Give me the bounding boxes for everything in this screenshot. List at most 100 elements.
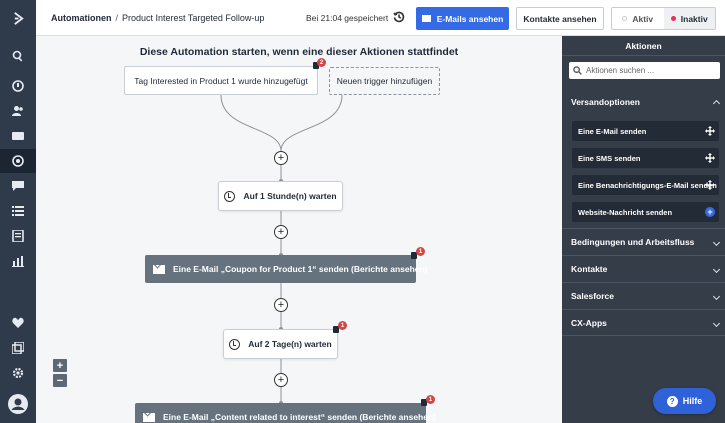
section-cx-apps[interactable]: CX-Apps bbox=[562, 309, 725, 336]
status-active-label: Aktiv bbox=[632, 13, 654, 24]
trigger-note-badge: 2 bbox=[317, 58, 326, 67]
active-dot-icon bbox=[622, 16, 628, 21]
action-send-email[interactable]: Eine E-Mail senden bbox=[572, 121, 719, 141]
add-step-button[interactable]: + bbox=[274, 225, 288, 239]
action-send-sms[interactable]: Eine SMS senden bbox=[572, 148, 719, 168]
breadcrumb-automations-link[interactable]: Automationen bbox=[51, 13, 112, 23]
email-step-1[interactable]: Eine E-Mail „Coupon for Product 1“ sende… bbox=[145, 255, 428, 283]
action-website-message-label: Website-Nachricht senden bbox=[578, 207, 673, 217]
wait-step-2[interactable]: Auf 2 Tage(n) warten bbox=[223, 329, 338, 359]
view-contacts-label: Kontakte ansehen bbox=[523, 13, 597, 24]
drag-handle-icon[interactable] bbox=[705, 153, 715, 163]
envelope-icon bbox=[143, 412, 155, 422]
add-step-button[interactable]: + bbox=[274, 298, 288, 312]
top-bar: Automationen / Product Interest Targeted F… bbox=[36, 0, 725, 36]
status-active-option[interactable]: Aktiv bbox=[612, 8, 664, 29]
add-trigger-label: Neuen trigger hinzufügen bbox=[336, 76, 433, 86]
email-step-1-label: Eine E-Mail „Coupon for Product 1“ sende… bbox=[173, 264, 428, 274]
view-emails-label: E-Mails ansehen bbox=[436, 13, 504, 24]
action-send-email-label: Eine E-Mail senden bbox=[578, 126, 647, 136]
trigger-tag-added-label: Tag Interested in Product 1 wurde hinzug… bbox=[134, 75, 308, 86]
add-icon[interactable]: + bbox=[705, 207, 715, 217]
section-kontakte-label: Kontakte bbox=[571, 264, 608, 274]
actions-panel: Aktionen Versandoptionen Eine E-Mail sen… bbox=[562, 36, 725, 423]
add-step-button[interactable]: + bbox=[274, 151, 288, 165]
breadcrumb: Automationen / Product Interest Targeted F… bbox=[51, 13, 264, 23]
lists-icon[interactable] bbox=[0, 199, 36, 223]
section-salesforce-label: Salesforce bbox=[571, 291, 614, 301]
wait-step-2-badge: 1 bbox=[338, 321, 347, 330]
email-step-2-label: Eine E-Mail „Content related to interest… bbox=[163, 412, 436, 422]
activity-icon[interactable] bbox=[0, 74, 36, 98]
automation-icon[interactable] bbox=[0, 149, 36, 173]
plus-icon: + bbox=[277, 298, 285, 311]
section-kontakte[interactable]: Kontakte bbox=[562, 255, 725, 282]
wait-step-1[interactable]: Auf 1 Stunde(n) warten bbox=[218, 181, 343, 211]
action-send-sms-label: Eine SMS senden bbox=[578, 153, 641, 163]
clock-icon bbox=[229, 338, 241, 350]
saved-status: Bei 21:04 gespeichert bbox=[306, 13, 389, 23]
chevron-down-icon bbox=[712, 238, 721, 247]
status-inactive-option[interactable]: Inaktiv bbox=[663, 8, 715, 29]
chevron-up-icon bbox=[712, 99, 721, 108]
breadcrumb-separator: / bbox=[115, 13, 119, 23]
help-icon: ? bbox=[666, 395, 678, 407]
section-versandoptionen[interactable]: Versandoptionen bbox=[562, 88, 725, 115]
help-button[interactable]: ? Hilfe bbox=[653, 388, 716, 414]
mail-icon[interactable] bbox=[0, 124, 36, 148]
section-bedingungen-label: Bedingungen und Arbeitsfluss bbox=[571, 237, 695, 247]
panel-title: Aktionen bbox=[562, 36, 725, 56]
action-send-notification-label: Eine Benachrichtigungs-E-Mail senden bbox=[578, 180, 717, 190]
trigger-tag-added[interactable]: Tag Interested in Product 1 wurde hinzug… bbox=[124, 66, 318, 95]
favorites-icon[interactable] bbox=[0, 311, 36, 335]
email-step-1-badge: 1 bbox=[416, 247, 425, 256]
wait-step-1-label: Auf 1 Stunde(n) warten bbox=[243, 191, 337, 201]
actions-search[interactable] bbox=[569, 62, 720, 79]
search-icon bbox=[573, 66, 582, 75]
contacts-icon[interactable] bbox=[0, 99, 36, 123]
add-step-button[interactable]: + bbox=[274, 373, 288, 387]
inactive-dot-icon bbox=[670, 16, 676, 21]
add-trigger-button[interactable]: Neuen trigger hinzufügen bbox=[329, 67, 440, 95]
clock-icon bbox=[224, 190, 236, 202]
actions-search-input[interactable] bbox=[586, 66, 716, 75]
breadcrumb-current: Product Interest Targeted Follow-up bbox=[122, 13, 265, 23]
action-website-message[interactable]: Website-Nachricht senden + bbox=[572, 202, 719, 222]
drag-handle-icon[interactable] bbox=[705, 126, 715, 136]
conversations-icon[interactable] bbox=[0, 174, 36, 198]
chevron-down-icon bbox=[712, 292, 721, 301]
chevron-down-icon bbox=[712, 265, 721, 274]
zoom-out-button[interactable]: − bbox=[53, 374, 67, 387]
view-contacts-button[interactable]: Kontakte ansehen bbox=[516, 7, 604, 30]
email-step-2[interactable]: Eine E-Mail „Content related to interest… bbox=[135, 403, 436, 423]
chevron-down-icon bbox=[712, 319, 721, 328]
search-icon[interactable] bbox=[0, 44, 36, 68]
plus-icon: + bbox=[277, 373, 285, 386]
section-salesforce[interactable]: Salesforce bbox=[562, 282, 725, 309]
plus-icon: + bbox=[277, 151, 285, 164]
envelope-icon bbox=[421, 15, 431, 22]
help-label: Hilfe bbox=[682, 396, 703, 406]
status-inactive-label: Inaktiv bbox=[680, 13, 708, 24]
status-toggle: Aktiv Inaktiv bbox=[611, 7, 716, 30]
wait-step-2-label: Auf 2 Tage(n) warten bbox=[248, 339, 332, 349]
envelope-icon bbox=[153, 264, 165, 274]
email-step-2-badge: 1 bbox=[426, 395, 435, 404]
section-bedingungen[interactable]: Bedingungen und Arbeitsfluss bbox=[562, 228, 725, 255]
apps-icon[interactable] bbox=[0, 336, 36, 360]
analytics-icon[interactable] bbox=[0, 249, 36, 273]
canvas-heading: Diese Automation starten, wenn eine dies… bbox=[139, 46, 459, 58]
drag-handle-icon[interactable] bbox=[705, 180, 715, 190]
zoom-in-button[interactable]: + bbox=[53, 359, 67, 372]
automation-canvas[interactable]: Diese Automation starten, wenn eine dies… bbox=[36, 36, 562, 423]
action-send-notification[interactable]: Eine Benachrichtigungs-E-Mail senden bbox=[572, 175, 719, 195]
user-avatar-icon[interactable] bbox=[0, 392, 36, 416]
section-versandoptionen-label: Versandoptionen bbox=[571, 96, 640, 107]
plus-icon: + bbox=[277, 225, 285, 238]
settings-icon[interactable] bbox=[0, 361, 36, 385]
reports-icon[interactable] bbox=[0, 224, 36, 248]
left-navigation bbox=[0, 0, 36, 423]
logo-icon[interactable] bbox=[0, 6, 36, 30]
view-emails-button[interactable]: E-Mails ansehen bbox=[416, 7, 509, 30]
history-icon[interactable] bbox=[393, 11, 405, 23]
